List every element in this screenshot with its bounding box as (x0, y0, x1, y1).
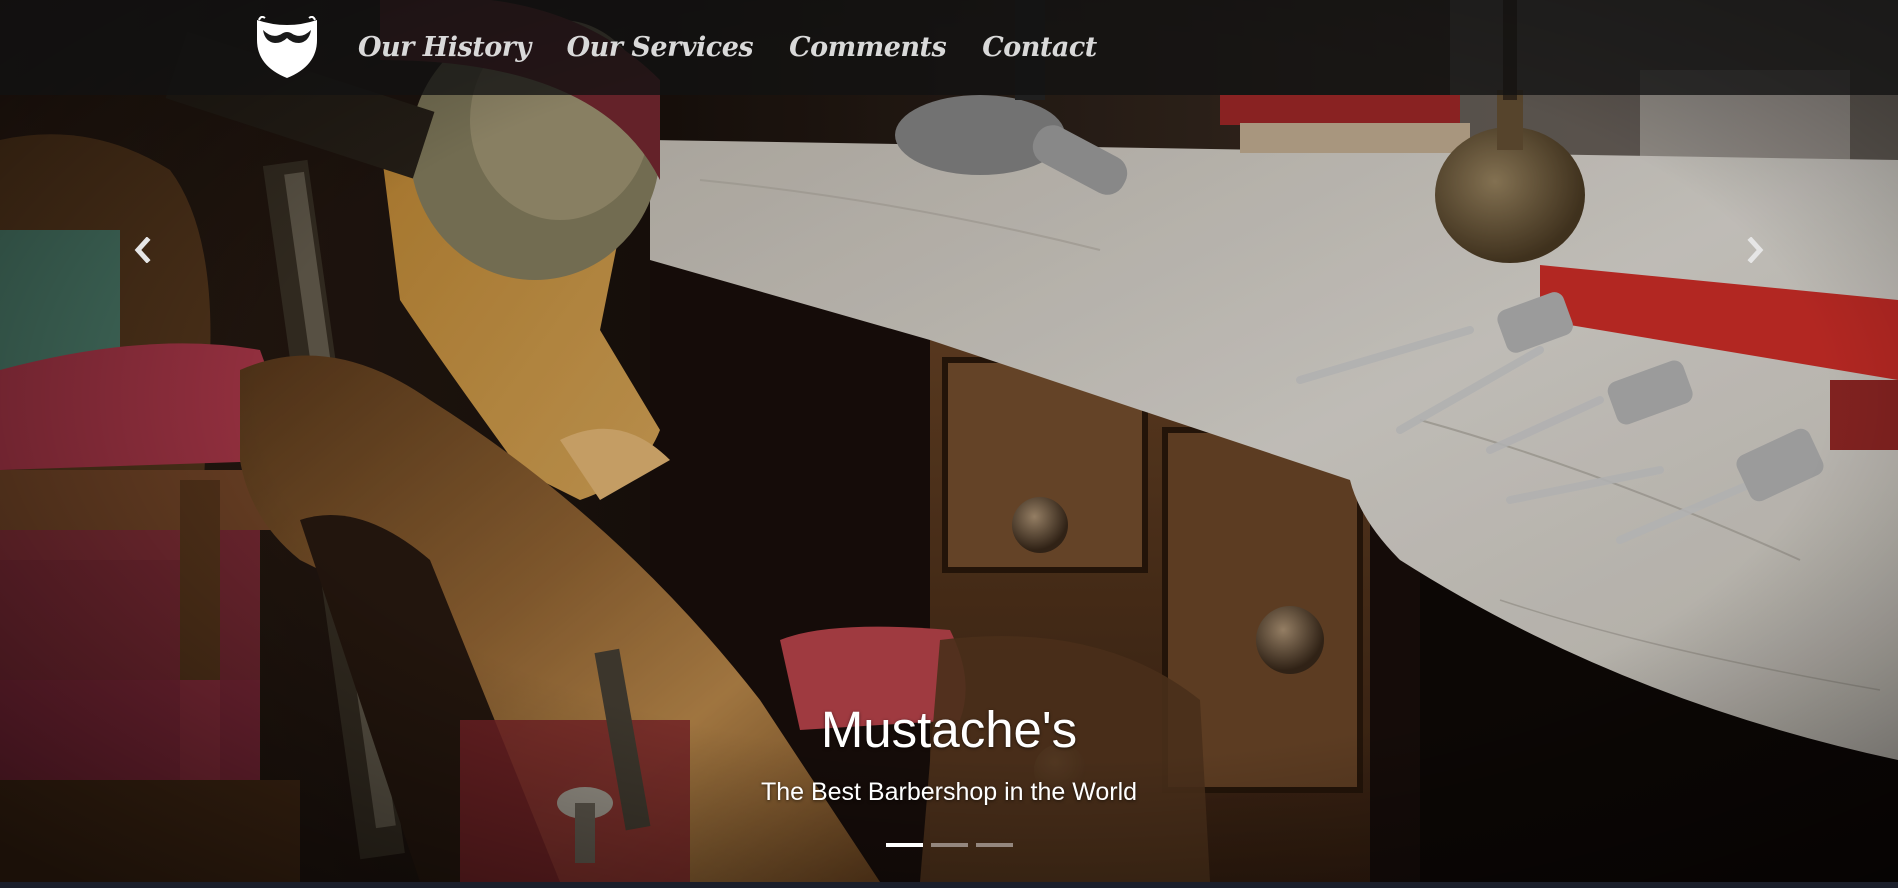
carousel-indicators (0, 843, 1898, 847)
carousel-indicator-3[interactable] (975, 843, 1013, 847)
chevron-left-icon (133, 235, 151, 268)
nav-links: Our History Our Services Comments Contac… (358, 0, 1097, 95)
carousel-indicator-2[interactable] (930, 843, 968, 847)
mustache-beard-shield-icon (257, 15, 317, 78)
navbar: Our History Our Services Comments Contac… (0, 0, 1898, 95)
page: Mustache's The Best Barbershop in the Wo… (0, 0, 1898, 888)
carousel-caption-title: Mustache's (820, 701, 1078, 758)
nav-link-comments[interactable]: Comments (789, 32, 947, 63)
carousel-next-button[interactable] (1736, 232, 1776, 272)
nav-link-contact[interactable]: Contact (982, 32, 1097, 63)
hero-carousel: Mustache's The Best Barbershop in the Wo… (0, 0, 1898, 882)
carousel-caption-subtitle: The Best Barbershop in the World (760, 778, 1138, 806)
logo-link[interactable] (255, 15, 319, 80)
chevron-right-icon (1747, 235, 1765, 268)
nav-link-our-services[interactable]: Our Services (567, 32, 754, 63)
bottom-strip (0, 882, 1898, 888)
carousel-indicator-1[interactable] (885, 843, 923, 847)
nav-link-our-history[interactable]: Our History (358, 32, 531, 63)
carousel-prev-button[interactable] (122, 232, 162, 272)
